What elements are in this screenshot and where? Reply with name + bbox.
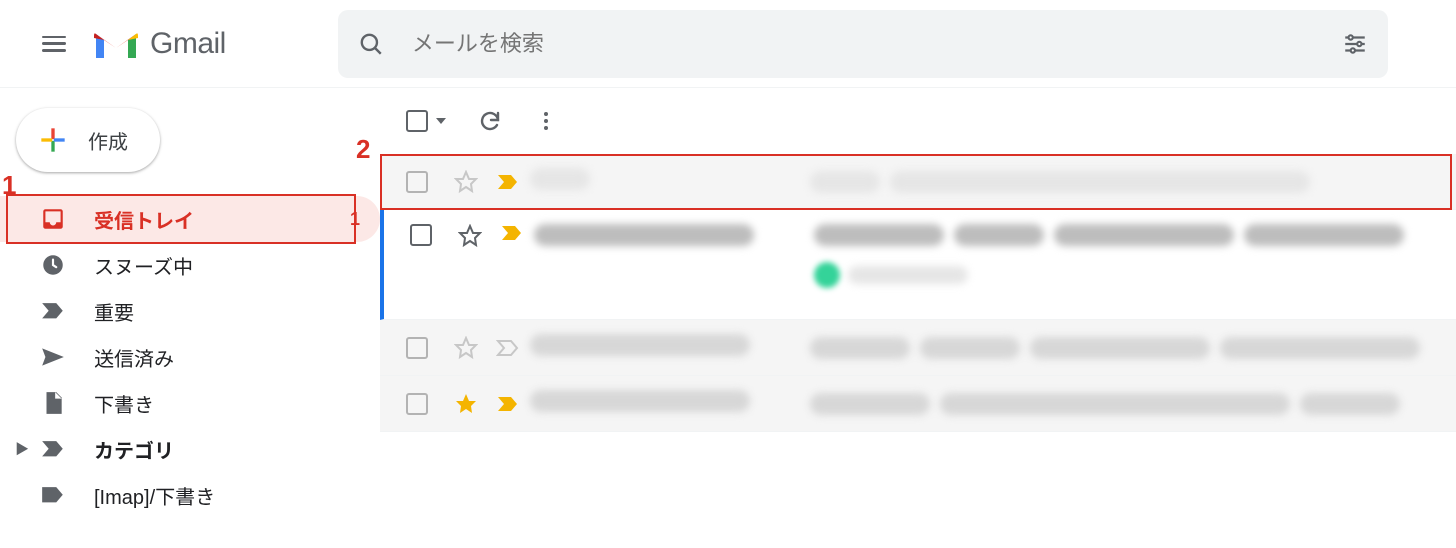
search-options-icon[interactable] [1342, 31, 1368, 57]
important-icon [40, 298, 66, 324]
refresh-button[interactable] [478, 109, 502, 133]
more-menu-button[interactable] [534, 109, 558, 133]
search-input[interactable] [412, 31, 1342, 57]
message-row[interactable] [380, 320, 1456, 376]
row-checkbox[interactable] [406, 393, 428, 415]
star-toggle[interactable] [446, 170, 486, 194]
sidebar-item-inbox[interactable]: 受信トレイ 1 [0, 196, 380, 242]
app-header: Gmail [0, 0, 1456, 88]
chevron-down-icon [436, 118, 446, 124]
sent-icon [40, 344, 66, 370]
sidebar-item-categories[interactable]: ▶ カテゴリ [0, 426, 380, 472]
importance-marker[interactable] [490, 224, 534, 242]
search-bar[interactable] [338, 10, 1388, 78]
message-row[interactable] [380, 376, 1456, 432]
sidebar-item-important[interactable]: 重要 [0, 288, 380, 334]
select-all-checkbox[interactable] [406, 110, 446, 132]
folder-icon [40, 436, 66, 462]
compose-plus-icon [38, 125, 68, 155]
row-checkbox[interactable] [406, 171, 428, 193]
checkbox-icon [406, 110, 428, 132]
star-toggle[interactable] [446, 392, 486, 416]
sidebar-item-drafts[interactable]: 下書き [0, 380, 380, 426]
message-row[interactable] [380, 210, 1456, 320]
sidebar-item-label: 受信トレイ [94, 205, 194, 234]
attachment-chip-icon [814, 262, 840, 288]
importance-marker[interactable] [486, 395, 530, 413]
label-icon [40, 482, 66, 508]
message-list [380, 154, 1456, 432]
compose-button[interactable]: 作成 [16, 108, 160, 172]
sidebar-item-snoozed[interactable]: スヌーズ中 [0, 242, 380, 288]
compose-label: 作成 [88, 126, 128, 155]
sidebar-item-sent[interactable]: 送信済み [0, 334, 380, 380]
inbox-icon [40, 206, 66, 232]
importance-marker[interactable] [486, 339, 530, 357]
star-toggle[interactable] [450, 224, 490, 248]
importance-marker[interactable] [486, 173, 530, 191]
sidebar-item-label: 重要 [94, 297, 134, 326]
main-panel: 2 [380, 88, 1456, 548]
sidebar-item-label: [Imap]/下書き [94, 481, 215, 510]
draft-icon [40, 390, 66, 416]
message-row[interactable] [380, 154, 1456, 210]
row-checkbox[interactable] [406, 337, 428, 359]
gmail-logo-text: Gmail [150, 27, 226, 61]
sidebar-item-label: 下書き [94, 389, 154, 418]
menu-button[interactable] [42, 32, 66, 56]
inbox-unread-count: 1 [350, 209, 360, 230]
sidebar: 作成 受信トレイ 1 スヌーズ中 重要 [0, 88, 380, 548]
gmail-logo[interactable]: Gmail [92, 26, 226, 62]
sidebar-item-label: スヌーズ中 [94, 251, 193, 280]
sidebar-item-label: 送信済み [94, 343, 174, 372]
row-checkbox[interactable] [410, 224, 432, 246]
sidebar-item-label: カテゴリ [94, 435, 174, 464]
star-toggle[interactable] [446, 336, 486, 360]
sidebar-item-imap-drafts[interactable]: [Imap]/下書き [0, 472, 380, 518]
chevron-right-icon: ▶ [14, 439, 30, 459]
search-icon [358, 31, 384, 57]
mail-toolbar [380, 88, 1456, 154]
clock-icon [40, 252, 66, 278]
gmail-logo-icon [92, 26, 140, 62]
